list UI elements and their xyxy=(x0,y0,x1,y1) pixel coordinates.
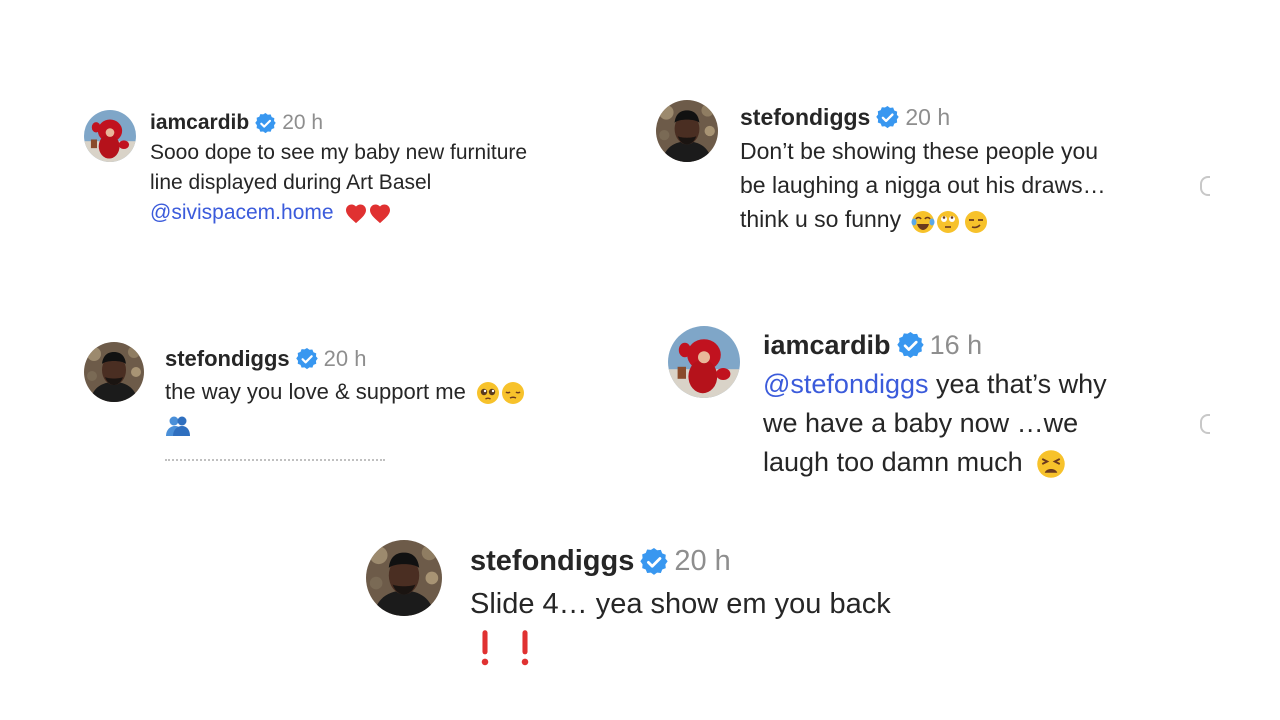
comment-text: the way you love & support me xyxy=(165,379,466,404)
avatar[interactable] xyxy=(84,110,136,162)
username[interactable]: stefondiggs xyxy=(740,100,870,134)
username[interactable]: stefondiggs xyxy=(470,540,634,583)
more-options-icon[interactable] xyxy=(1200,414,1210,434)
timestamp[interactable]: 20 h xyxy=(905,100,950,134)
comment-text: Slide 4… yea show em you back xyxy=(470,588,891,620)
verified-badge-icon xyxy=(296,348,318,370)
username[interactable]: iamcardib xyxy=(763,326,891,365)
avatar[interactable] xyxy=(366,540,442,616)
face-with-tears-of-joy-icon xyxy=(911,209,935,233)
more-options-icon[interactable] xyxy=(1200,176,1210,196)
mention-link[interactable]: @stefondiggs xyxy=(763,369,929,399)
comment-body: stefondiggs 20 h Slide 4… yea show em yo… xyxy=(470,540,1030,669)
smirking-face-icon xyxy=(964,209,988,233)
mention-link[interactable]: @sivispacem.home xyxy=(150,201,334,224)
cropped-footer-text xyxy=(165,456,385,462)
timestamp[interactable]: 20 h xyxy=(324,342,367,375)
comment-text: we have a baby now …we xyxy=(763,408,1079,438)
timestamp[interactable]: 16 h xyxy=(930,326,983,365)
avatar[interactable] xyxy=(84,342,144,402)
username[interactable]: iamcardib xyxy=(150,108,249,138)
exclamation-mark-icon xyxy=(518,629,532,667)
people-hugging-icon xyxy=(165,414,191,438)
comment-text: be laughing a nigga out his draws… xyxy=(740,172,1106,198)
avatar[interactable] xyxy=(656,100,718,162)
comment-text: line displayed during Art Basel xyxy=(150,171,432,194)
verified-badge-icon xyxy=(897,332,924,359)
weary-face-icon xyxy=(1036,449,1066,479)
comment-text: Don’t be showing these people you xyxy=(740,138,1099,164)
avatar[interactable] xyxy=(668,326,740,398)
verified-badge-icon xyxy=(640,548,668,576)
pensive-face-icon xyxy=(501,381,525,405)
red-heart-icon xyxy=(345,203,367,224)
verified-badge-icon xyxy=(876,106,899,129)
verified-badge-icon xyxy=(255,113,276,134)
comment-body: stefondiggs 20 h Don’t be showing these … xyxy=(740,100,1180,236)
comment-body: iamcardib 16 h @stefondiggs yea that’s w… xyxy=(763,326,1233,482)
comment-text: Sooo dope to see my baby new furniture xyxy=(150,141,528,164)
comment-body: iamcardib 20 h Sooo dope to see my baby … xyxy=(150,108,590,228)
comment-text: yea that’s why xyxy=(928,369,1107,399)
comment-body: stefondiggs 20 h the way you love & supp… xyxy=(165,342,605,441)
exclamation-mark-icon xyxy=(478,629,492,667)
comment-text: laugh too damn much xyxy=(763,447,1023,477)
pleading-face-icon xyxy=(476,381,500,405)
face-with-rolling-eyes-icon xyxy=(936,209,960,233)
red-heart-icon xyxy=(369,203,391,224)
timestamp[interactable]: 20 h xyxy=(674,540,730,583)
timestamp[interactable]: 20 h xyxy=(282,108,323,138)
comment-text: think u so funny xyxy=(740,206,902,232)
username[interactable]: stefondiggs xyxy=(165,342,290,375)
